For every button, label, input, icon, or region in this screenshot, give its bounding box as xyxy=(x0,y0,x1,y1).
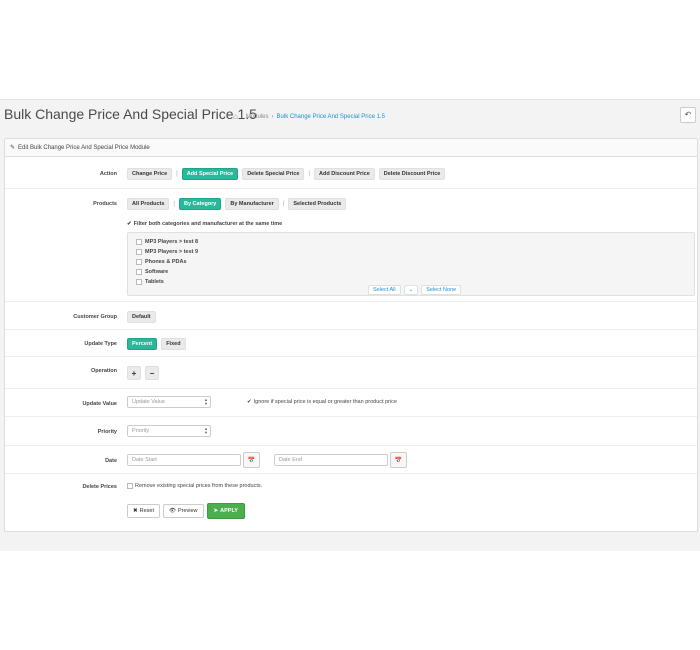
check-icon: ✔ xyxy=(127,221,132,227)
list-item[interactable]: Software xyxy=(128,267,694,277)
page-header: Bulk Change Price And Special Price 1.5 … xyxy=(0,100,700,132)
date-end-input[interactable]: Date End xyxy=(274,454,388,466)
list-item[interactable]: Phones & PDAs xyxy=(128,257,694,267)
list-item[interactable]: MP3 Players > test 8 xyxy=(128,237,694,247)
filter-option: ✔ Filter both categories and manufacture… xyxy=(127,221,282,227)
products-row: Products All Products | By Category By M… xyxy=(5,189,697,302)
pencil-icon: ✎ xyxy=(10,145,16,151)
priority-label: Priority xyxy=(97,429,117,435)
category-list[interactable]: MP3 Players > test 8 MP3 Players > test … xyxy=(127,232,695,296)
action-change-price[interactable]: Change Price xyxy=(127,168,173,180)
spinner-icon[interactable]: ▲ ▼ xyxy=(204,427,208,435)
customer-group-default[interactable]: Default xyxy=(127,311,156,323)
update-value-label: Update Value xyxy=(82,401,117,407)
customer-group-label: Customer Group xyxy=(73,314,117,320)
list-controls: Select All ⌄ Select None xyxy=(368,285,462,295)
operation-row: Operation + − xyxy=(5,357,697,389)
delete-prices-checkbox[interactable]: Remove existing special prices from thes… xyxy=(127,483,262,489)
breadcrumb: ⌂ › Modules › Bulk Change Price And Spec… xyxy=(233,112,385,121)
action-row: Action Change Price | Add Special Price … xyxy=(5,157,697,189)
products-all[interactable]: All Products xyxy=(127,198,170,210)
plus-button[interactable]: + xyxy=(127,366,141,380)
check-icon: ✔ xyxy=(247,399,252,405)
update-type-row: Update Type Percent Fixed xyxy=(5,330,697,357)
send-icon: ➤ xyxy=(213,508,219,514)
minus-button[interactable]: − xyxy=(145,366,159,380)
form-actions: ✖ Reset 👁 Preview ➤ APPLY xyxy=(127,503,245,519)
priority-row: Priority Priority ▲ ▼ xyxy=(5,417,697,446)
breadcrumb-modules[interactable]: Modules xyxy=(246,114,269,120)
operation-label: Operation xyxy=(91,368,117,374)
select-all-button[interactable]: Select All xyxy=(368,285,401,295)
reply-icon[interactable]: ↶ xyxy=(680,107,696,123)
select-none-button[interactable]: Select None xyxy=(421,285,462,295)
date-label: Date xyxy=(105,458,117,464)
apply-button[interactable]: ➤ APPLY xyxy=(206,503,245,519)
close-icon: ✖ xyxy=(133,508,138,514)
update-value-row: Update Value Update Value ▲ ▼ ✔ Ignore if… xyxy=(5,389,697,417)
priority-input[interactable]: Priority ▲ ▼ xyxy=(127,425,211,437)
app-content: Bulk Change Price And Special Price 1.5 … xyxy=(0,99,700,551)
date-start-input[interactable]: Date Start xyxy=(127,454,241,466)
update-type-fixed[interactable]: Fixed xyxy=(161,338,186,350)
page-title: Bulk Change Price And Special Price 1.5 xyxy=(4,106,257,122)
delete-prices-row: Delete Prices Remove existing special pr… xyxy=(5,474,697,496)
preview-button[interactable]: 👁 Preview xyxy=(162,504,204,518)
products-options: All Products | By Category By Manufactur… xyxy=(127,198,347,210)
customer-group-row: Customer Group Default xyxy=(5,302,697,330)
calendar-icon[interactable]: 📅 xyxy=(390,452,407,468)
products-label: Products xyxy=(93,201,117,207)
action-add-special-price[interactable]: Add Special Price xyxy=(181,168,239,180)
products-by-manufacturer[interactable]: By Manufacturer xyxy=(225,198,279,210)
products-by-category[interactable]: By Category xyxy=(178,198,222,210)
products-selected[interactable]: Selected Products xyxy=(288,198,347,210)
action-delete-discount-price[interactable]: Delete Discount Price xyxy=(378,168,446,180)
calendar-icon[interactable]: 📅 xyxy=(243,452,260,468)
reset-button[interactable]: ✖ Reset xyxy=(127,504,160,518)
breadcrumb-current[interactable]: Bulk Change Price And Special Price 1.5 xyxy=(277,114,385,120)
spinner-icon[interactable]: ▲ ▼ xyxy=(204,398,208,406)
update-value-input[interactable]: Update Value ▲ ▼ xyxy=(127,396,211,408)
panel-heading-text: Edit Bulk Change Price And Special Price… xyxy=(18,144,150,151)
panel-heading: ✎ Edit Bulk Change Price And Special Pri… xyxy=(5,139,697,157)
chevron-down-icon[interactable]: ⌄ xyxy=(403,285,419,295)
action-add-discount-price[interactable]: Add Discount Price xyxy=(314,168,375,180)
module-panel: ✎ Edit Bulk Change Price And Special Pri… xyxy=(4,138,698,532)
update-type-percent[interactable]: Percent xyxy=(127,338,158,350)
ignore-option[interactable]: ✔ Ignore if special price is equal or gr… xyxy=(247,399,397,405)
action-options: Change Price | Add Special Price Delete … xyxy=(127,168,446,180)
filter-checkbox[interactable]: ✔ Filter both categories and manufacture… xyxy=(127,221,282,227)
update-type-label: Update Type xyxy=(84,341,117,347)
eye-icon: 👁 xyxy=(168,508,176,514)
delete-prices-label: Delete Prices xyxy=(82,484,117,490)
date-row: Date Date Start 📅 Date End 📅 xyxy=(5,446,697,474)
home-icon[interactable]: ⌂ xyxy=(233,112,238,121)
action-label: Action xyxy=(99,171,117,177)
action-delete-special-price[interactable]: Delete Special Price xyxy=(242,168,305,180)
list-item[interactable]: MP3 Players > test 9 xyxy=(128,247,694,257)
filter-label: Filter both categories and manufacturer … xyxy=(133,221,283,227)
